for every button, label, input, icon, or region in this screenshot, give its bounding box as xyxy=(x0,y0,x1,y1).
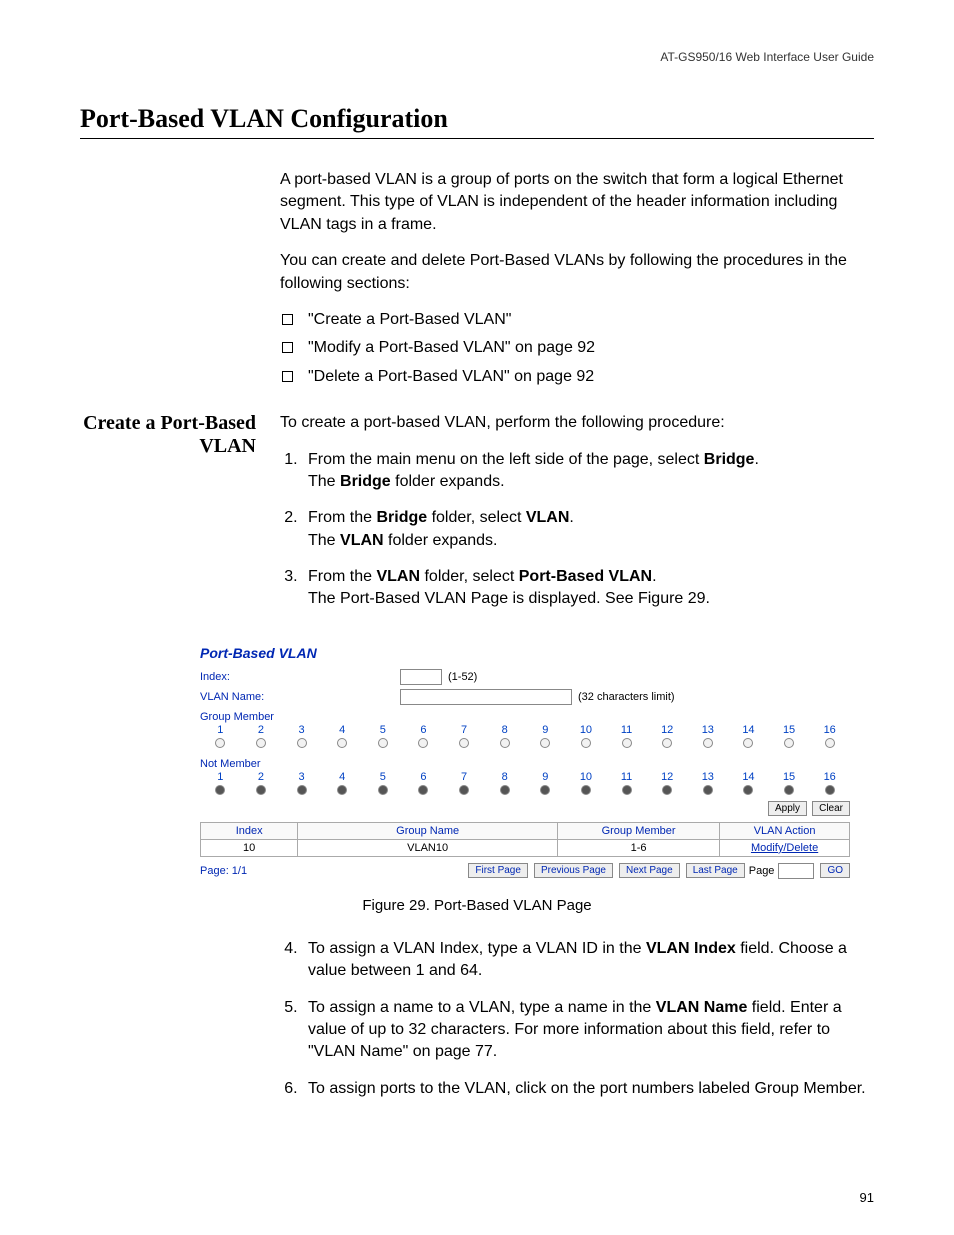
page-number: 91 xyxy=(860,1190,874,1205)
port-radio[interactable] xyxy=(581,785,591,795)
modify-delete-link[interactable]: Modify/Delete xyxy=(751,842,818,854)
step-item: To assign ports to the VLAN, click on th… xyxy=(302,1078,874,1100)
col-group-member: Group Member xyxy=(557,822,719,839)
step-item: To assign a name to a VLAN, type a name … xyxy=(302,997,874,1064)
clear-button[interactable]: Clear xyxy=(812,801,850,816)
port-radio[interactable] xyxy=(703,738,713,748)
port-radio[interactable] xyxy=(662,785,672,795)
port-radio[interactable] xyxy=(825,785,835,795)
page-input[interactable] xyxy=(778,863,814,879)
group-member-ports: 1234 5678 9101112 13141516 xyxy=(200,723,850,752)
page-word: Page xyxy=(749,865,775,877)
port-radio[interactable] xyxy=(784,738,794,748)
intro-paragraph: A port-based VLAN is a group of ports on… xyxy=(280,169,874,236)
vlan-name-hint: (32 characters limit) xyxy=(578,691,675,703)
step-item: From the VLAN folder, select Port-Based … xyxy=(302,566,874,611)
col-index: Index xyxy=(201,822,298,839)
port-radio[interactable] xyxy=(337,785,347,795)
index-hint: (1-52) xyxy=(448,671,477,683)
figure-caption: Figure 29. Port-Based VLAN Page xyxy=(80,897,874,914)
figure-title: Port-Based VLAN xyxy=(200,645,850,661)
not-member-label: Not Member xyxy=(200,758,850,770)
port-radio[interactable] xyxy=(297,738,307,748)
port-radio[interactable] xyxy=(256,738,266,748)
port-radio[interactable] xyxy=(459,738,469,748)
bullet-item: "Modify a Port-Based VLAN" on page 92 xyxy=(280,337,874,359)
step-item: From the Bridge folder, select VLAN. The… xyxy=(302,507,874,552)
port-radio[interactable] xyxy=(215,785,225,795)
index-input[interactable] xyxy=(400,669,442,685)
side-heading: Create a Port-Based VLAN xyxy=(80,412,280,458)
col-vlan-action: VLAN Action xyxy=(720,822,850,839)
bullet-list: "Create a Port-Based VLAN" "Modify a Por… xyxy=(280,309,874,388)
previous-page-button[interactable]: Previous Page xyxy=(534,863,613,878)
last-page-button[interactable]: Last Page xyxy=(686,863,745,878)
port-radio[interactable] xyxy=(459,785,469,795)
summary-table: Index Group Name Group Member VLAN Actio… xyxy=(200,822,850,857)
port-radio[interactable] xyxy=(662,738,672,748)
col-group-name: Group Name xyxy=(298,822,558,839)
port-radio[interactable] xyxy=(540,785,550,795)
go-button[interactable]: GO xyxy=(820,863,850,878)
next-page-button[interactable]: Next Page xyxy=(619,863,680,878)
pager: Page: 1/1 First Page Previous Page Next … xyxy=(200,863,850,879)
index-label: Index: xyxy=(200,671,400,683)
port-radio[interactable] xyxy=(337,738,347,748)
vlan-name-input[interactable] xyxy=(400,689,572,705)
port-radio[interactable] xyxy=(418,738,428,748)
intro-paragraph: You can create and delete Port-Based VLA… xyxy=(280,250,874,295)
port-radio[interactable] xyxy=(622,785,632,795)
port-radio[interactable] xyxy=(256,785,266,795)
port-radio[interactable] xyxy=(500,738,510,748)
port-radio[interactable] xyxy=(378,738,388,748)
port-radio[interactable] xyxy=(703,785,713,795)
apply-button[interactable]: Apply xyxy=(768,801,807,816)
port-radio[interactable] xyxy=(540,738,550,748)
not-member-ports: 1234 5678 9101112 13141516 xyxy=(200,770,850,799)
port-radio[interactable] xyxy=(297,785,307,795)
first-page-button[interactable]: First Page xyxy=(468,863,528,878)
vlan-name-label: VLAN Name: xyxy=(200,691,400,703)
table-row: 10 VLAN10 1-6 Modify/Delete xyxy=(201,839,850,856)
port-radio[interactable] xyxy=(622,738,632,748)
procedure-intro: To create a port-based VLAN, perform the… xyxy=(280,412,874,434)
port-radio[interactable] xyxy=(215,738,225,748)
port-radio[interactable] xyxy=(743,785,753,795)
port-radio[interactable] xyxy=(378,785,388,795)
figure: Port-Based VLAN Index: (1-52) VLAN Name:… xyxy=(200,645,850,879)
port-radio[interactable] xyxy=(500,785,510,795)
port-radio[interactable] xyxy=(743,738,753,748)
doc-header: AT-GS950/16 Web Interface User Guide xyxy=(80,50,874,64)
port-radio[interactable] xyxy=(784,785,794,795)
step-item: From the main menu on the left side of t… xyxy=(302,449,874,494)
port-radio[interactable] xyxy=(825,738,835,748)
page-indicator: Page: 1/1 xyxy=(200,865,247,877)
step-item: To assign a VLAN Index, type a VLAN ID i… xyxy=(302,938,874,983)
port-radio[interactable] xyxy=(418,785,428,795)
bullet-item: "Create a Port-Based VLAN" xyxy=(280,309,874,331)
section-title: Port-Based VLAN Configuration xyxy=(80,104,874,139)
port-radio[interactable] xyxy=(581,738,591,748)
group-member-label: Group Member xyxy=(200,711,850,723)
bullet-item: "Delete a Port-Based VLAN" on page 92 xyxy=(280,366,874,388)
